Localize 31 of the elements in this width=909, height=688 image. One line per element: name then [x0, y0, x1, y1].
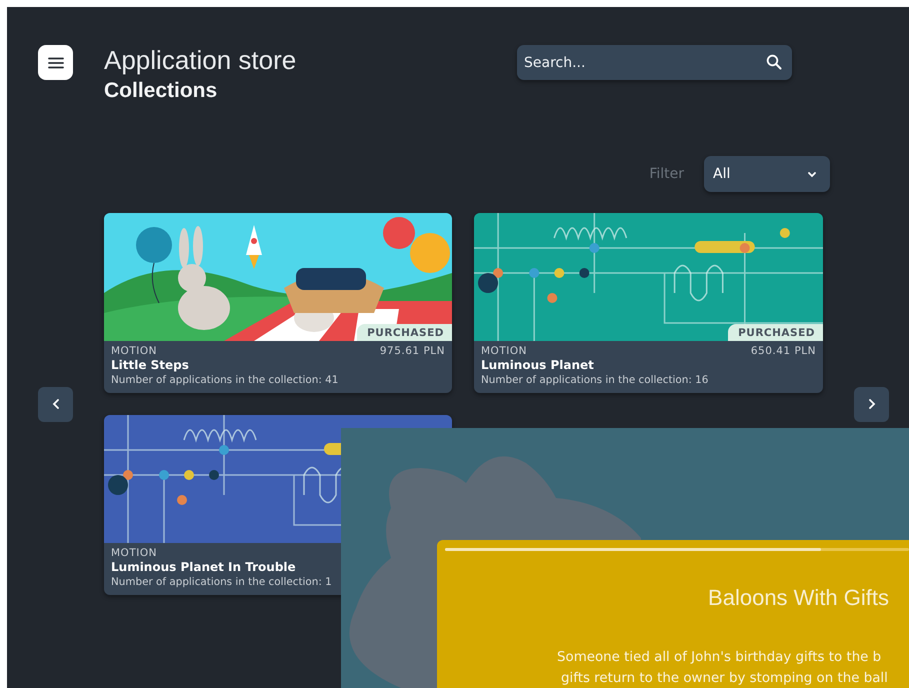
purchased-badge: PURCHASED [728, 324, 823, 341]
chevron-left-icon [50, 398, 60, 410]
search-field[interactable]: Search... [517, 45, 792, 80]
previous-button[interactable] [38, 386, 73, 422]
collection-title: Luminous Planet In Trouble [111, 560, 297, 574]
menu-button[interactable] [38, 45, 73, 80]
price-label: 975.61 PLN [380, 345, 445, 357]
menu-icon [48, 56, 64, 68]
description-line: Someone tied all of John's birthday gifts to the b [557, 649, 882, 667]
description-line: gifts return to the owner by stomping on the ball [560, 670, 889, 688]
next-button[interactable] [854, 386, 889, 422]
application-count: Number of applications in the collection: 1 [111, 576, 333, 588]
chevron-down-icon [807, 170, 817, 178]
search-icon [766, 54, 782, 70]
application-count: Number of applications in the collection: 41 [111, 374, 340, 386]
category-label: MOTION [111, 345, 157, 357]
category-label: MOTION [481, 345, 527, 357]
page-title: Application store [104, 45, 298, 75]
purchased-badge: PURCHASED [357, 324, 452, 341]
chevron-right-icon [866, 398, 876, 410]
filter-dropdown[interactable]: All [704, 156, 830, 192]
section-title: Collections [104, 79, 218, 103]
price-label: 650.41 PLN [750, 345, 816, 357]
preview-title: Baloons With Gifts [707, 585, 890, 611]
application-count: Number of applications in the collection: 16 [481, 374, 710, 386]
collection-card[interactable]: PURCHASED MOTION 975.61 PLN Little Steps Number of applications in the collection: 41 [104, 213, 452, 393]
collection-title: Luminous Planet [481, 358, 595, 372]
filter-label: Filter [649, 166, 684, 182]
category-label: MOTION [111, 547, 157, 559]
collection-card[interactable]: PURCHASED MOTION 650.41 PLN Luminous Planet Number of applications in the collection: 16 [474, 213, 823, 393]
collection-title: Little Steps [111, 358, 190, 372]
